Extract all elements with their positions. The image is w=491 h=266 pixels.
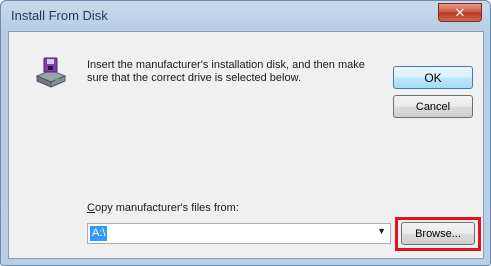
chevron-down-icon[interactable]: ▼	[377, 226, 386, 236]
close-button[interactable]: ✕	[438, 3, 482, 22]
ok-button[interactable]: OK	[393, 66, 473, 89]
dialog-body: Insert the manufacturer's installation d…	[8, 31, 484, 259]
close-icon: ✕	[454, 5, 466, 20]
copy-from-combobox[interactable]: A:\ ▼	[87, 223, 391, 244]
copy-files-label-rest: opy manufacturer's files from:	[94, 202, 239, 214]
copy-files-label: Copy manufacturer's files from:	[87, 202, 239, 214]
title-bar[interactable]: Install From Disk ✕	[1, 1, 490, 31]
instructions-text: Insert the manufacturer's installation d…	[87, 59, 365, 84]
disk-drive-icon	[35, 57, 67, 88]
install-from-disk-window: Install From Disk ✕ Insert the manufactu…	[0, 0, 491, 266]
cancel-button[interactable]: Cancel	[393, 95, 473, 118]
window-title: Install From Disk	[11, 8, 108, 23]
copy-from-value: A:\	[90, 226, 108, 241]
copy-files-label-accesskey: C	[87, 202, 95, 214]
browse-button[interactable]: Browse...	[401, 222, 475, 245]
